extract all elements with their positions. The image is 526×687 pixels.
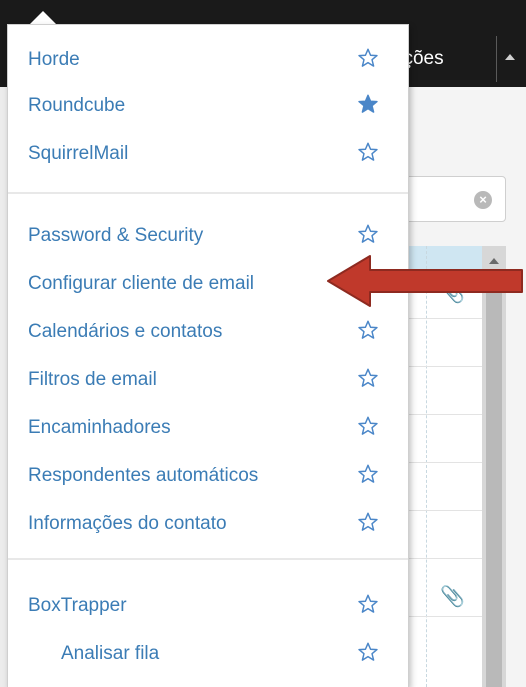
paperclip-icon: 📎 <box>440 586 465 608</box>
star-icon[interactable] <box>357 319 379 341</box>
menu-item-informacoes-contato[interactable]: Informações do contato <box>8 509 408 539</box>
menu-item-filtros[interactable]: Filtros de email <box>8 365 408 395</box>
star-icon[interactable] <box>357 511 379 533</box>
menu-item-horde[interactable]: Horde <box>8 45 408 75</box>
menu-item-squirrelmail[interactable]: SquirrelMail <box>8 139 408 169</box>
annotation-arrow-icon <box>327 255 523 307</box>
menu-item-label[interactable]: Roundcube <box>28 95 125 117</box>
star-icon[interactable] <box>357 593 379 615</box>
star-icon[interactable] <box>357 415 379 437</box>
menu-item-analisar-fila[interactable]: Analisar fila <box>8 639 408 669</box>
star-icon[interactable] <box>357 141 379 163</box>
menu-item-label[interactable]: Configurar cliente de email <box>28 273 254 295</box>
menu-item-label[interactable]: Encaminhadores <box>28 417 171 439</box>
menu-item-label[interactable]: Filtros de email <box>28 369 157 391</box>
star-icon[interactable] <box>357 223 379 245</box>
nav-separator <box>496 36 497 82</box>
scrollbar-thumb[interactable] <box>486 272 502 687</box>
menu-item-respondentes[interactable]: Respondentes automáticos <box>8 461 408 491</box>
menu-item-label[interactable]: Analisar fila <box>61 643 159 665</box>
star-icon[interactable] <box>357 463 379 485</box>
menu-item-label[interactable]: BoxTrapper <box>28 595 127 617</box>
menu-item-label[interactable]: Informações do contato <box>28 513 227 535</box>
menu-item-label[interactable]: Password & Security <box>28 225 203 247</box>
menu-divider <box>8 192 408 194</box>
star-icon[interactable] <box>357 47 379 69</box>
menu-divider <box>8 558 408 560</box>
column-divider <box>426 246 427 687</box>
menu-item-label[interactable]: Respondentes automáticos <box>28 465 258 487</box>
star-filled-icon[interactable] <box>357 93 379 115</box>
menu-item-label[interactable]: Horde <box>28 49 80 71</box>
caret-up-icon[interactable] <box>505 54 515 60</box>
menu-item-encaminhadores[interactable]: Encaminhadores <box>8 413 408 443</box>
star-icon[interactable] <box>357 641 379 663</box>
email-apps-dropdown: Horde Roundcube SquirrelMail Password & … <box>7 24 409 687</box>
menu-item-boxtrapper[interactable]: BoxTrapper <box>8 591 408 621</box>
dropdown-caret <box>30 11 56 24</box>
menu-item-roundcube[interactable]: Roundcube <box>8 91 408 121</box>
star-icon[interactable] <box>357 367 379 389</box>
menu-item-label[interactable]: SquirrelMail <box>28 143 128 165</box>
clear-search-icon[interactable]: × <box>474 191 492 209</box>
menu-item-label[interactable]: Calendários e contatos <box>28 321 222 343</box>
menu-item-calendarios[interactable]: Calendários e contatos <box>8 317 408 347</box>
menu-item-password-security[interactable]: Password & Security <box>8 221 408 251</box>
